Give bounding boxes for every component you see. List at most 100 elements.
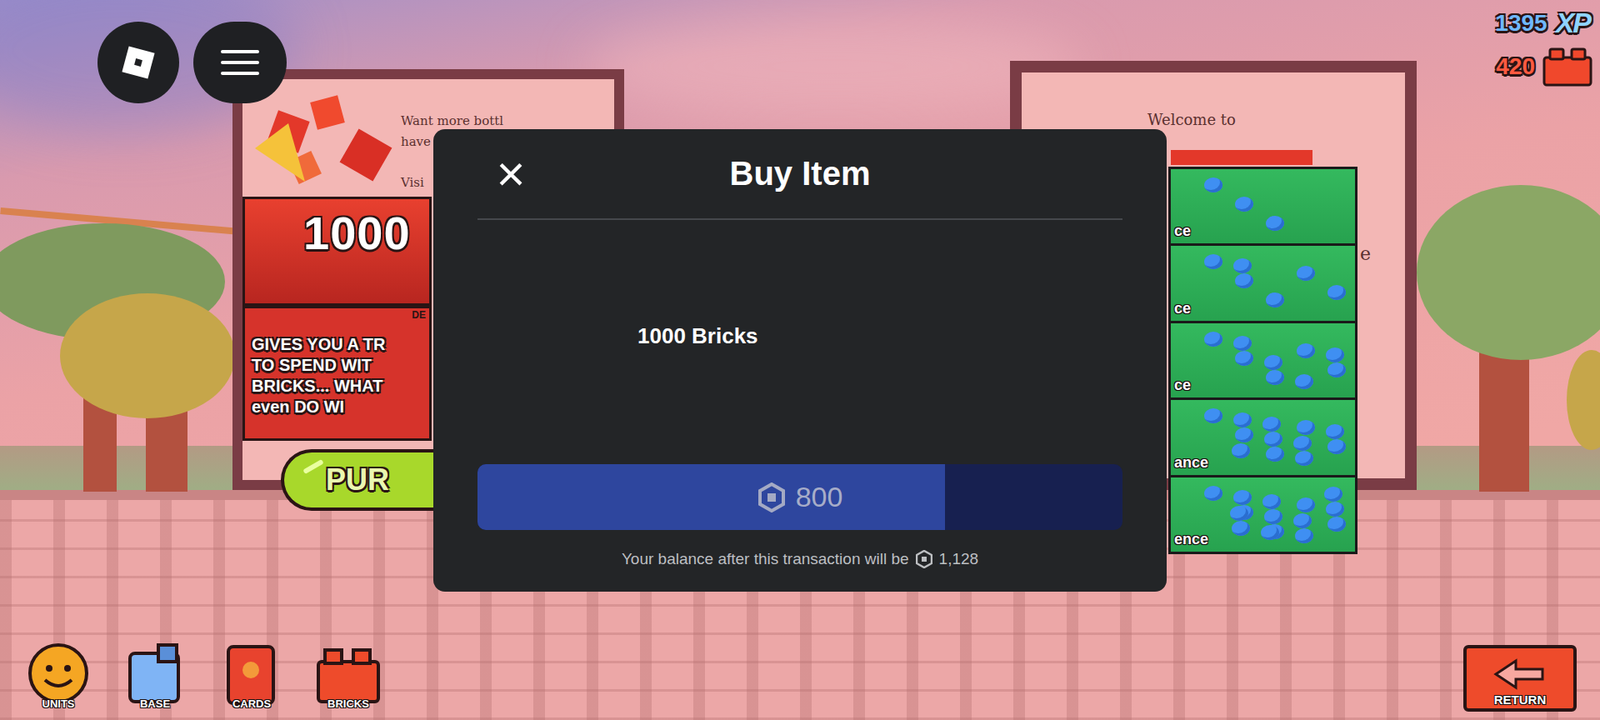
close-wrap: ×	[477, 149, 730, 200]
dialog-title: Buy Item	[730, 155, 871, 193]
brick-amount: 420	[1495, 53, 1535, 80]
brick-pile	[1327, 362, 1346, 378]
billboard-text: Welcome to	[1147, 110, 1236, 129]
brick-pile	[1295, 450, 1314, 466]
balance-text: Your balance after this transaction will…	[621, 550, 910, 569]
menu-icon	[220, 48, 260, 77]
toolbar-button[interactable]: CARDS	[218, 641, 285, 709]
hamburger-menu-button[interactable]	[193, 21, 287, 104]
brick-pile	[1231, 443, 1250, 459]
brick-pile	[1231, 520, 1250, 536]
roblox-menu-button[interactable]	[97, 21, 180, 104]
balance-row[interactable]: ce	[1170, 245, 1355, 320]
cloud	[583, 16, 1084, 117]
brick-pile	[1233, 258, 1252, 274]
card-line: TO SPEND WIT	[251, 355, 385, 376]
brick-pile	[1296, 420, 1315, 435]
brick-pile	[1293, 513, 1312, 529]
card-tag: DE	[411, 309, 426, 321]
toolbar-label: CARDS	[218, 697, 285, 710]
brick-pile	[1296, 497, 1315, 513]
brick-pile	[1296, 265, 1315, 281]
balance-row-label: ce	[1174, 300, 1191, 318]
brick-counter: 420	[1495, 45, 1594, 88]
brick-pile	[1260, 525, 1280, 540]
brick-pile	[1296, 343, 1315, 359]
billboard-text: e	[1360, 243, 1371, 265]
brick-pile	[1235, 427, 1254, 443]
balance-row-label: ce	[1174, 376, 1191, 395]
balance-note: Your balance after this transaction will…	[477, 550, 1123, 569]
card-title: 1000	[303, 205, 411, 260]
brick-pile	[1233, 335, 1252, 351]
brick-pile	[1262, 494, 1281, 510]
balance-row[interactable]: ce	[1170, 169, 1355, 244]
brick-pile	[1325, 424, 1345, 440]
billboard-text: have	[400, 134, 431, 150]
xp-icon: XP	[1552, 6, 1594, 40]
brick-pile	[1265, 215, 1285, 231]
toolbar-label: BRICKS	[315, 697, 382, 710]
balance-row-label: ance	[1174, 454, 1209, 472]
brick-pile	[1264, 509, 1283, 525]
tree-crown	[1566, 350, 1600, 450]
hold-progress-fill	[477, 464, 945, 530]
balance-row[interactable]: ance	[1170, 400, 1355, 475]
back-arrow-icon	[1490, 655, 1550, 693]
brick-pile	[1233, 490, 1252, 505]
card-divider	[245, 303, 430, 309]
toolbar-button[interactable]: UNITS	[25, 641, 92, 709]
roblox-logo-icon	[120, 44, 157, 81]
item-name: 1000 Bricks	[637, 323, 759, 350]
card-line: even DO WI	[251, 396, 385, 418]
buy-button[interactable]: 800	[477, 464, 1123, 530]
return-button[interactable]: RETURN	[1463, 645, 1577, 712]
tree-crown	[1416, 185, 1600, 360]
balance-row-label: ence	[1174, 530, 1209, 549]
robux-icon	[915, 550, 933, 569]
brick-pile	[1293, 435, 1312, 451]
robux-icon	[757, 482, 786, 513]
brick-pile	[1264, 431, 1283, 447]
close-button[interactable]: ×	[477, 149, 545, 200]
brick-pile	[1230, 505, 1249, 521]
card-line: BRICKS... WHAT	[251, 375, 385, 397]
balance-row[interactable]: ence	[1170, 477, 1355, 552]
toolbar-button[interactable]: BASE	[121, 641, 189, 709]
bricks-picture	[255, 90, 414, 195]
brick-pile	[1325, 501, 1345, 517]
brick-pile	[1204, 485, 1223, 501]
return-label: RETURN	[1494, 692, 1547, 707]
billboard-text: Want more bottl	[400, 113, 504, 129]
price: 800	[795, 480, 844, 514]
dialog-body: 1000 Bricks	[477, 220, 1123, 465]
brick-pile	[1265, 370, 1285, 385]
balance-row[interactable]: ce	[1170, 323, 1355, 398]
brick-pile	[1265, 292, 1285, 308]
brick-pile	[1327, 285, 1346, 300]
balance-panel: ce ce ce ance ence	[1168, 166, 1358, 555]
purchase-button[interactable]: PUR	[280, 449, 434, 511]
brick-pile	[1264, 355, 1283, 370]
currency-hud: 1395XP 420	[1495, 6, 1594, 88]
brick-pile	[1325, 347, 1345, 363]
brick-pile	[1235, 350, 1254, 366]
toolbar: UNITS BASE CARDS BRICKS	[25, 641, 382, 709]
brick-pile	[1265, 446, 1285, 462]
brick-pile	[1233, 412, 1252, 428]
buy-button-content: 800	[477, 464, 1123, 530]
card-line: GIVES YOU A TR	[251, 334, 385, 355]
billboard-logo	[1170, 150, 1313, 165]
brick-pile	[1262, 416, 1281, 432]
brick-pile	[1295, 374, 1314, 390]
brick-pile	[1235, 273, 1254, 289]
brick-pile	[1327, 439, 1346, 455]
shine	[302, 459, 325, 475]
brick-pile	[1204, 331, 1223, 347]
billboard-text: Visi	[400, 175, 425, 190]
xp-amount: 1395	[1495, 10, 1547, 37]
brick-pile	[1204, 254, 1223, 270]
toolbar-label: UNITS	[25, 697, 92, 710]
toolbar-button[interactable]: BRICKS	[315, 641, 382, 709]
brick-pile	[1204, 408, 1223, 424]
